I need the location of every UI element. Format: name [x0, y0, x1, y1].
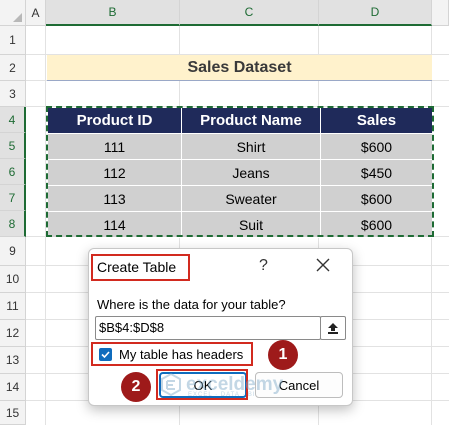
cell-sales[interactable]: $600	[320, 211, 433, 238]
sales-table: Product ID Product Name Sales 111 Shirt …	[47, 107, 433, 238]
headers-checkbox[interactable]	[99, 348, 112, 361]
header-product-name[interactable]: Product Name	[181, 107, 321, 134]
close-icon[interactable]	[311, 253, 335, 277]
row-header-5[interactable]: 5	[0, 133, 26, 159]
cell-product-name[interactable]: Jeans	[181, 159, 321, 186]
headers-checkbox-label[interactable]: My table has headers	[119, 347, 243, 362]
collapse-range-button[interactable]	[320, 316, 346, 340]
row-header-1[interactable]: 1	[0, 26, 26, 55]
cell-product-id[interactable]: 114	[47, 211, 182, 238]
row-header-9[interactable]: 9	[0, 237, 26, 266]
row-header-12[interactable]: 12	[0, 320, 26, 347]
ok-button[interactable]: OK	[159, 372, 247, 398]
gridline	[45, 26, 46, 425]
select-all-button[interactable]	[0, 0, 26, 26]
collapse-range-icon	[328, 323, 338, 334]
column-header-c[interactable]: C	[180, 0, 319, 26]
column-header-b[interactable]: B	[46, 0, 180, 26]
cell-product-id[interactable]: 112	[47, 159, 182, 186]
table-header-row: Product ID Product Name Sales	[47, 107, 433, 134]
step-1-badge: 1	[268, 340, 298, 370]
checkmark-icon	[101, 351, 110, 359]
row-header-11[interactable]: 11	[0, 293, 26, 320]
row-header-6[interactable]: 6	[0, 159, 26, 185]
cell-product-id[interactable]: 113	[47, 185, 182, 212]
step-2-badge: 2	[121, 372, 151, 402]
sheet-title[interactable]: Sales Dataset	[47, 55, 432, 81]
table-row: 113 Sweater $600	[47, 185, 433, 212]
row-header-7[interactable]: 7	[0, 185, 26, 211]
row-header-15[interactable]: 15	[0, 401, 26, 425]
cancel-button[interactable]: Cancel	[255, 372, 343, 398]
row-header-13[interactable]: 13	[0, 347, 26, 374]
cell-product-name[interactable]: Shirt	[181, 133, 321, 160]
table-row: 111 Shirt $600	[47, 133, 433, 160]
header-sales[interactable]: Sales	[320, 107, 433, 134]
cell-product-name[interactable]: Sweater	[181, 185, 321, 212]
column-header-e[interactable]	[432, 0, 449, 26]
row-header-2[interactable]: 2	[0, 55, 26, 81]
table-row: 112 Jeans $450	[47, 159, 433, 186]
spreadsheet: A B C D 1 2 3 4 5 6 7 8 9 10 11 12 13 14…	[0, 0, 449, 425]
range-input[interactable]: $B$4:$D$8	[95, 316, 321, 340]
row-header-8[interactable]: 8	[0, 211, 26, 237]
dialog-title: Create Table	[97, 259, 177, 275]
row-header-4[interactable]: 4	[0, 107, 26, 133]
cell-sales[interactable]: $450	[320, 159, 433, 186]
cell-product-id[interactable]: 111	[47, 133, 182, 160]
column-header-a[interactable]: A	[26, 0, 46, 26]
row-header-10[interactable]: 10	[0, 266, 26, 293]
header-product-id[interactable]: Product ID	[47, 107, 182, 134]
range-prompt-label: Where is the data for your table?	[97, 297, 286, 312]
table-row: 114 Suit $600	[47, 211, 433, 238]
cell-sales[interactable]: $600	[320, 185, 433, 212]
row-header-3[interactable]: 3	[0, 81, 26, 107]
row-header-14[interactable]: 14	[0, 374, 26, 401]
cell-product-name[interactable]: Suit	[181, 211, 321, 238]
help-button[interactable]: ?	[259, 257, 268, 275]
column-header-d[interactable]: D	[319, 0, 432, 26]
cell-sales[interactable]: $600	[320, 133, 433, 160]
